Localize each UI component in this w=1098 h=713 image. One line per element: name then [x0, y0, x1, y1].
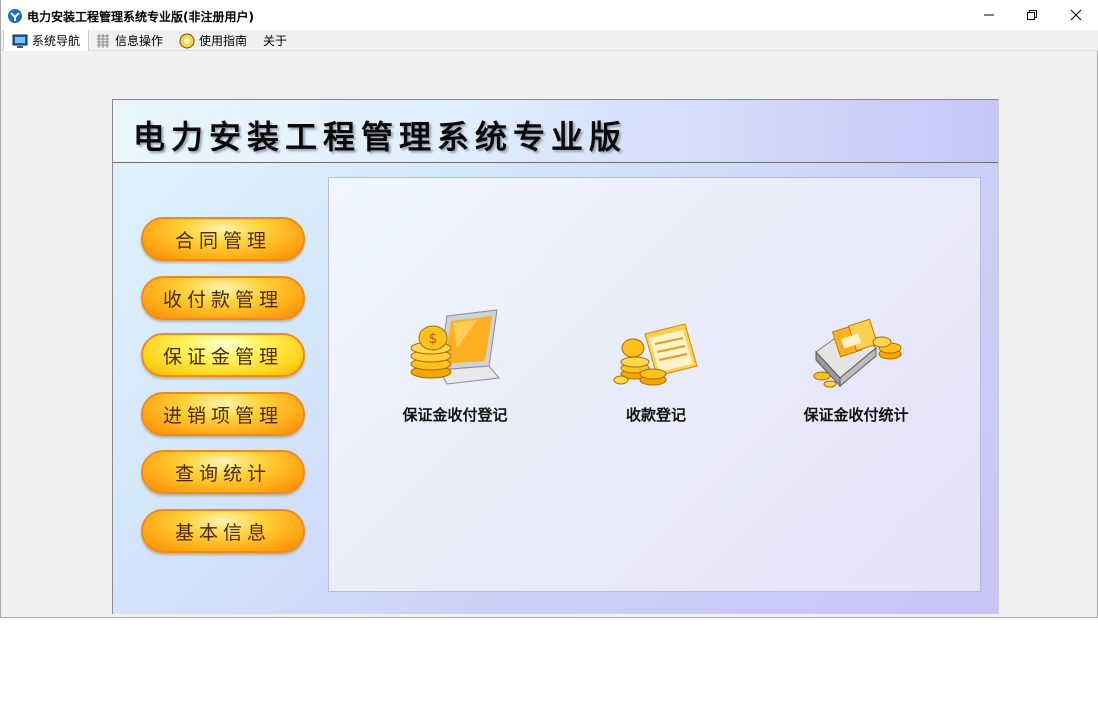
tab-label: 使用指南	[199, 34, 248, 48]
function-label: 收款登记	[625, 406, 686, 424]
button-label: 进销项管理	[162, 404, 283, 427]
restore-button[interactable]	[1009, 0, 1055, 30]
grid-icon	[97, 33, 109, 48]
button-label: 合同管理	[174, 229, 271, 252]
deposit-register-shortcut[interactable]: $ 保证金收付登记	[385, 308, 525, 428]
function-label: 保证金收付统计	[803, 406, 909, 424]
tab-label: 系统导航	[32, 34, 81, 48]
tab-info-operation[interactable]: 信息操作	[87, 30, 171, 51]
tab-label: 信息操作	[115, 34, 164, 48]
tab-system-navigation[interactable]: 系统导航	[3, 30, 90, 51]
monitor-icon	[12, 34, 28, 48]
close-button[interactable]	[1053, 0, 1098, 30]
button-label: 查询统计	[174, 462, 271, 485]
header-banner: 电力安装工程管理系统专业版	[113, 100, 998, 163]
navigation-panel: 电力安装工程管理系统专业版 合同管理 收付款管理 保证金管理 进销项管理 查询统…	[112, 99, 999, 614]
app-logo-icon	[8, 9, 22, 23]
minimize-button[interactable]	[966, 0, 1012, 30]
tab-about[interactable]: 关于	[255, 30, 295, 51]
lightbulb-icon	[179, 33, 195, 48]
function-label: 保证金收付登记	[402, 406, 508, 424]
minimize-icon	[984, 14, 994, 16]
coins-folder-icon	[613, 323, 698, 386]
receipt-register-shortcut[interactable]: 收款登记	[586, 308, 726, 428]
button-label: 基本信息	[174, 521, 271, 544]
button-label: 保证金管理	[162, 345, 283, 368]
query-statistics-button[interactable]: 查询统计	[141, 450, 305, 494]
restore-icon	[1027, 10, 1037, 20]
deposit-management-button[interactable]: 保证金管理	[141, 333, 305, 377]
window-title: 电力安装工程管理系统专业版(非注册用户)	[27, 10, 254, 24]
payment-management-button[interactable]: 收付款管理	[141, 276, 305, 320]
laptop-coins-icon: $	[410, 309, 500, 385]
tab-user-guide[interactable]: 使用指南	[171, 30, 255, 51]
close-icon	[1070, 9, 1082, 21]
title-bar: 电力安装工程管理系统专业版(非注册用户)	[1, 0, 1098, 30]
tab-label: 关于	[263, 34, 288, 48]
contract-management-button[interactable]: 合同管理	[141, 217, 305, 261]
deposit-statistics-shortcut[interactable]: 保证金收付统计	[786, 308, 926, 428]
page-title: 电力安装工程管理系统专业版	[133, 118, 628, 156]
function-area: $ 保证金收付登记 收款登记 保证金收付统计	[328, 177, 981, 592]
app-window: 电力安装工程管理系统专业版(非注册用户) 系统导航 信息操作 使用指南 关于 电…	[0, 0, 1098, 618]
basic-info-button[interactable]: 基本信息	[141, 509, 305, 553]
money-stack-icon	[813, 318, 902, 388]
svg-text:$: $	[429, 331, 438, 347]
invoice-management-button[interactable]: 进销项管理	[141, 392, 305, 436]
tab-bar: 系统导航 信息操作 使用指南 关于	[1, 30, 1098, 51]
button-label: 收付款管理	[162, 288, 283, 311]
